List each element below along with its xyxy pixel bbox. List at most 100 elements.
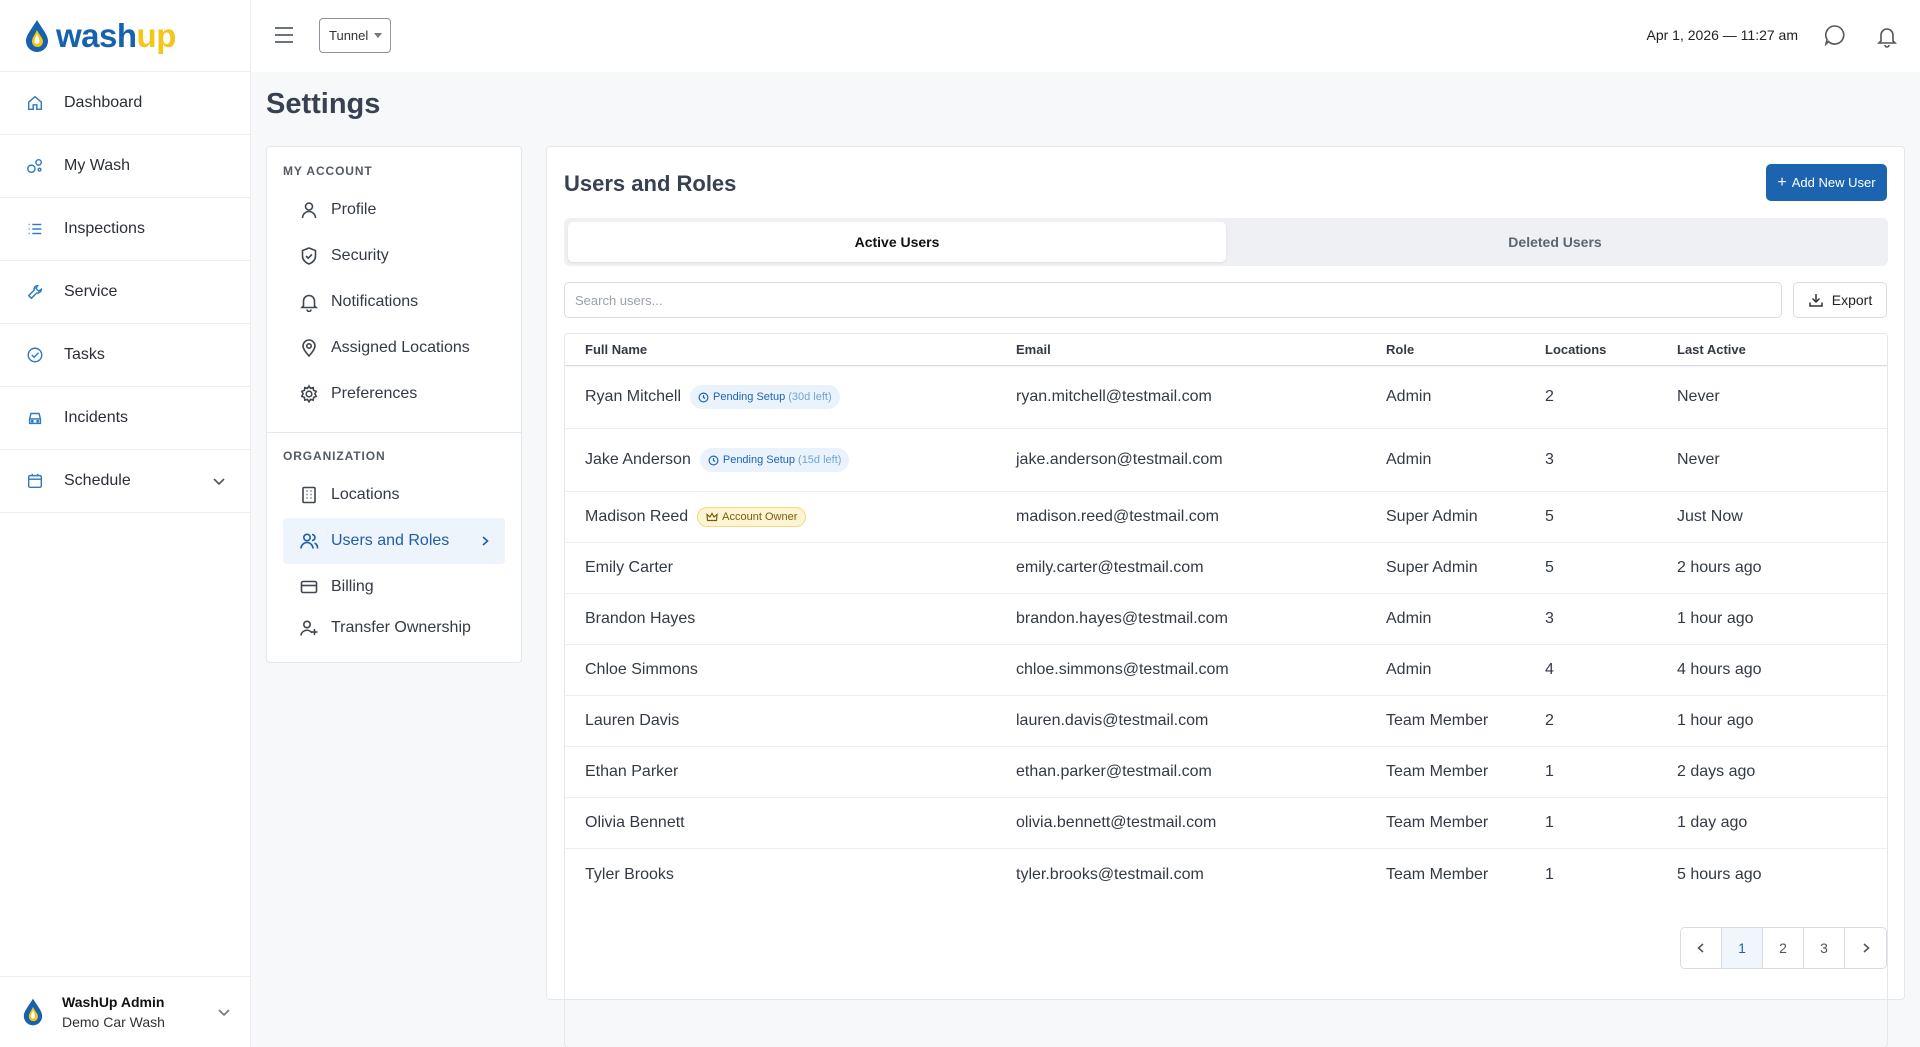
table-header: Full Name Email Role Locations Last Acti… (565, 334, 1887, 366)
cell-last-active: Just Now (1677, 508, 1743, 525)
sidebar-item-dashboard[interactable]: Dashboard (0, 72, 250, 135)
export-button[interactable]: Export (1793, 282, 1887, 318)
current-datetime: Apr 1, 2026 — 11:27 am (1646, 27, 1799, 43)
table-row[interactable]: Emily Carter emily.carter@testmail.com S… (565, 543, 1887, 594)
cell-role: Team Member (1386, 763, 1489, 780)
cell-last-active: 1 hour ago (1677, 712, 1754, 729)
settings-item-profile[interactable]: Profile (283, 187, 505, 233)
user-name: Olivia Bennett (585, 814, 685, 831)
sidebar-item-incidents[interactable]: Incidents (0, 387, 250, 450)
table-row[interactable]: Tyler Brooks tyler.brooks@testmail.com T… (565, 849, 1887, 900)
settings-item-label: Assigned Locations (331, 339, 470, 356)
table-row[interactable]: Olivia Bennett olivia.bennett@testmail.c… (565, 798, 1887, 849)
cell-full-name: Olivia Bennett (565, 814, 1016, 832)
page-button-3[interactable]: 3 (1804, 928, 1845, 968)
chevron-down-icon[interactable] (212, 474, 226, 488)
sidebar-item-inspections[interactable]: Inspections (0, 198, 250, 261)
table-row[interactable]: Jake Anderson Pending Setup (15d left) j… (565, 429, 1887, 492)
table-row[interactable]: Ryan Mitchell Pending Setup (30d left) r… (565, 366, 1887, 429)
cell-locations: 5 (1545, 559, 1554, 576)
cell-role: Super Admin (1386, 559, 1478, 576)
clock-icon (708, 455, 719, 465)
column-header-role[interactable]: Role (1386, 342, 1545, 357)
cell-email: chloe.simmons@testmail.com (1016, 661, 1229, 678)
cell-last-active: 1 day ago (1677, 814, 1748, 831)
previous-page-button[interactable] (1681, 928, 1722, 968)
calendar-icon (27, 473, 43, 489)
brand-name-part1: wash (56, 16, 137, 54)
account-name: WashUp Admin (62, 994, 165, 1010)
cell-email: emily.carter@testmail.com (1016, 559, 1204, 576)
wrench-icon (27, 284, 43, 300)
column-header-email[interactable]: Email (1016, 342, 1386, 357)
badge-label: Pending Setup (722, 454, 796, 466)
column-header-last-active[interactable]: Last Active (1677, 342, 1877, 357)
sidebar-item-label: Schedule (64, 472, 131, 489)
tab-active-users[interactable]: Active Users (568, 222, 1226, 262)
settings-item-transfer-ownership[interactable]: Transfer Ownership (283, 605, 505, 651)
sidebar-item-my-wash[interactable]: My Wash (0, 135, 250, 198)
car-icon (28, 412, 42, 425)
column-header-full-name[interactable]: Full Name (565, 342, 1016, 357)
cell-locations: 5 (1545, 508, 1554, 525)
table-row[interactable]: Madison Reed Account Owner madison.reed@… (565, 492, 1887, 543)
user-icon (301, 202, 317, 219)
cell-full-name: Brandon Hayes (565, 610, 1016, 628)
table-row[interactable]: Chloe Simmons chloe.simmons@testmail.com… (565, 645, 1887, 696)
settings-item-notifications[interactable]: Notifications (283, 279, 505, 325)
next-page-button[interactable] (1845, 928, 1886, 968)
cell-last-active: 1 hour ago (1677, 610, 1754, 627)
section-label-my-account: MY ACCOUNT (283, 164, 373, 178)
hamburger-menu-icon[interactable] (273, 26, 295, 44)
badge-note: (30d left) (788, 391, 832, 403)
table-row[interactable]: Ethan Parker ethan.parker@testmail.com T… (565, 747, 1887, 798)
sidebar-item-service[interactable]: Service (0, 261, 250, 324)
account-owner-badge: Account Owner (697, 507, 807, 527)
settings-item-locations[interactable]: Locations (283, 472, 505, 518)
chevron-left-icon (1697, 943, 1704, 953)
cell-role: Team Member (1386, 712, 1489, 729)
chevron-down-icon[interactable] (217, 1005, 231, 1019)
settings-item-security[interactable]: Security (283, 233, 505, 279)
tunnel-select[interactable]: Tunnel (319, 18, 391, 53)
settings-item-preferences[interactable]: Preferences (283, 371, 505, 417)
credit-card-icon (300, 580, 318, 594)
crown-icon (706, 512, 718, 522)
search-users-input[interactable] (564, 282, 1782, 318)
bubbles-icon (27, 158, 43, 174)
page-button-1[interactable]: 1 (1722, 928, 1763, 968)
brand-logo[interactable]: washup (0, 0, 250, 72)
cell-role: Team Member (1386, 865, 1489, 883)
cell-last-active: 2 days ago (1677, 763, 1756, 780)
cell-email: jake.anderson@testmail.com (1016, 451, 1223, 468)
settings-item-billing[interactable]: Billing (283, 564, 505, 610)
tab-deleted-users[interactable]: Deleted Users (1226, 222, 1884, 262)
settings-item-label: Transfer Ownership (331, 619, 471, 636)
list-icon (28, 223, 42, 235)
plus-icon: + (1777, 173, 1787, 191)
table-row[interactable]: Lauren Davis lauren.davis@testmail.com T… (565, 696, 1887, 747)
users-and-roles-panel: Users and Roles + Add New User Active Us… (546, 146, 1905, 1047)
settings-item-assigned-locations[interactable]: Assigned Locations (283, 325, 505, 371)
sidebar-item-tasks[interactable]: Tasks (0, 324, 250, 387)
bell-icon[interactable] (1877, 26, 1897, 48)
cell-locations: 1 (1545, 814, 1554, 831)
chat-icon[interactable] (1824, 24, 1846, 46)
map-pin-icon (302, 339, 316, 358)
menu-divider (267, 432, 521, 433)
cell-role: Admin (1386, 661, 1432, 678)
add-new-user-button[interactable]: + Add New User (1766, 164, 1887, 201)
settings-item-users-and-roles[interactable]: Users and Roles (283, 518, 505, 564)
cell-locations: 1 (1545, 865, 1554, 883)
page-button-2[interactable]: 2 (1763, 928, 1804, 968)
account-switcher[interactable]: WashUp Admin Demo Car Wash (0, 976, 251, 1047)
sidebar-item-schedule[interactable]: Schedule (0, 450, 250, 513)
chevron-right-icon (1862, 943, 1870, 953)
cell-email: ethan.parker@testmail.com (1016, 763, 1212, 780)
table-row[interactable]: Brandon Hayes brandon.hayes@testmail.com… (565, 594, 1887, 645)
cell-locations: 3 (1545, 451, 1554, 468)
cell-full-name: Ryan Mitchell Pending Setup (30d left) (565, 385, 1016, 409)
cell-email: olivia.bennett@testmail.com (1016, 814, 1217, 831)
column-header-locations[interactable]: Locations (1545, 342, 1677, 357)
cell-email: madison.reed@testmail.com (1016, 508, 1219, 525)
